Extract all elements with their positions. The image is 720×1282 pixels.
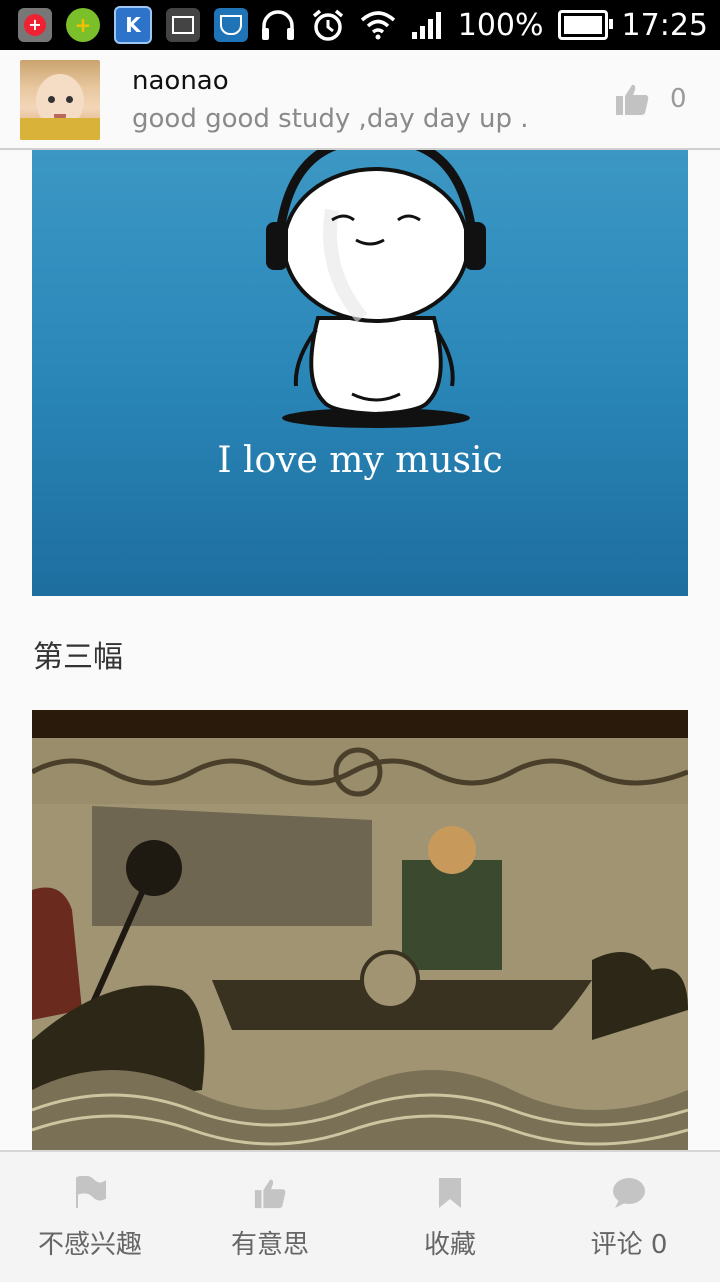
k-app-icon: K — [114, 6, 152, 44]
music-image[interactable]: I love my music — [32, 150, 688, 596]
bottom-action-bar: 不感兴趣 有意思 收藏 评论 0 — [0, 1150, 720, 1282]
wifi-icon — [360, 11, 395, 40]
image-notification-icon — [166, 8, 200, 42]
thumbs-up-icon — [254, 1179, 286, 1209]
comment-button[interactable]: 评论 0 — [584, 1152, 674, 1282]
favorite-label: 收藏 — [423, 1230, 476, 1260]
plus-app-icon: + — [66, 8, 100, 42]
bookmark-icon — [439, 1178, 461, 1208]
post-author-header: naonao good good study ,day day up . 0 — [0, 50, 720, 150]
battery-icon — [557, 10, 613, 40]
thumbs-up-icon[interactable] — [614, 81, 650, 117]
status-bar: + + K 100% 17:25 — [0, 0, 720, 50]
comment-label: 评论 0 — [590, 1230, 668, 1260]
headphones-icon — [261, 10, 294, 40]
viking-ships-illustration — [32, 710, 688, 1150]
image-caption: I love my music — [217, 440, 503, 481]
not-interested-button[interactable]: 不感兴趣 — [34, 1152, 146, 1282]
battery-percent: 100% — [457, 7, 544, 43]
username[interactable]: naonao — [132, 66, 229, 96]
flag-icon — [76, 1176, 106, 1208]
favorite-button[interactable]: 收藏 — [418, 1152, 482, 1282]
headphone-character-illustration — [266, 150, 486, 428]
not-interested-label: 不感兴趣 — [37, 1230, 142, 1260]
alarm-icon — [312, 9, 343, 41]
like-count: 0 — [670, 84, 687, 114]
section-title: 第三幅 — [33, 640, 123, 675]
app-notification-icon: + — [18, 8, 52, 42]
shield-app-icon — [214, 8, 248, 42]
signal-icon — [411, 12, 441, 39]
avatar[interactable] — [20, 60, 100, 140]
user-signature: good good study ,day day up . — [132, 104, 529, 134]
clock: 17:25 — [621, 7, 708, 43]
interesting-button[interactable]: 有意思 — [228, 1152, 312, 1282]
interesting-label: 有意思 — [230, 1230, 309, 1260]
comment-bubble-icon — [613, 1178, 645, 1208]
viking-ships-image[interactable] — [32, 710, 688, 1150]
